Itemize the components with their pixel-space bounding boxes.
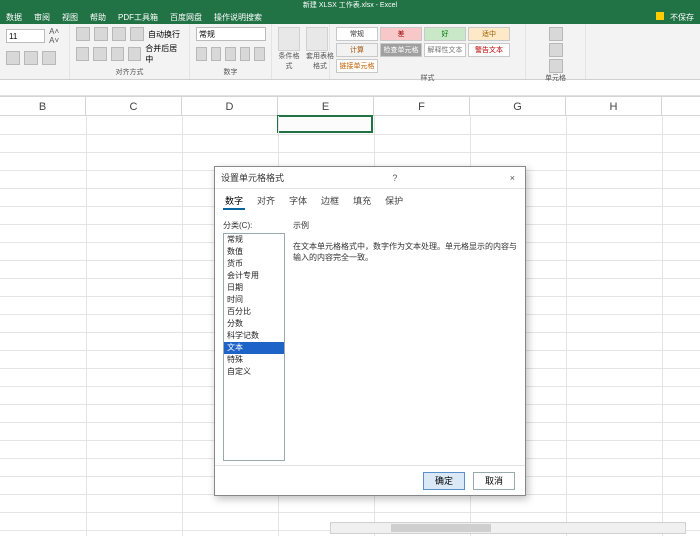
style-链接单元格[interactable]: 链接单元格 — [336, 59, 378, 73]
ribbon-tabs: 数据 审阅 视图 帮助 PDF工具箱 百度网盘 操作说明搜索 不保存 — [0, 10, 700, 24]
currency-icon[interactable] — [196, 47, 207, 61]
category-自定义[interactable]: 自定义 — [224, 366, 284, 378]
col-header-F[interactable]: F — [374, 97, 470, 115]
ok-button[interactable]: 确定 — [423, 472, 465, 490]
group-font — [6, 70, 63, 77]
dialog-title: 设置单元格格式 — [221, 171, 284, 184]
category-数值[interactable]: 数值 — [224, 246, 284, 258]
group-number: 数字 — [196, 67, 265, 77]
align-mid-icon[interactable] — [94, 27, 108, 41]
percent-icon[interactable] — [211, 47, 222, 61]
col-header-D[interactable]: D — [182, 97, 278, 115]
format-cell-icon[interactable] — [549, 59, 563, 73]
dialog-tab-3[interactable]: 边框 — [319, 193, 341, 210]
category-货币[interactable]: 货币 — [224, 258, 284, 270]
style-好[interactable]: 好 — [424, 27, 466, 41]
category-文本[interactable]: 文本 — [224, 342, 284, 354]
merge-button[interactable]: 合并后居中 — [145, 43, 183, 65]
orient-icon[interactable] — [130, 27, 144, 41]
scrollbar-thumb[interactable] — [391, 524, 491, 532]
column-headers: BCDEFGHI — [0, 96, 700, 116]
style-解释性文本[interactable]: 解释性文本 — [424, 43, 466, 57]
category-百分比[interactable]: 百分比 — [224, 306, 284, 318]
horizontal-scrollbar[interactable] — [330, 522, 686, 534]
menu-pdf[interactable]: PDF工具箱 — [118, 12, 158, 23]
group-cell: 单元格 — [532, 73, 579, 83]
col-header-I[interactable]: I — [662, 97, 700, 115]
group-style: 样式 — [336, 73, 519, 83]
numberformat-select[interactable]: 常规 — [196, 27, 266, 41]
preview-label: 示例 — [293, 220, 517, 231]
style-常规[interactable]: 常规 — [336, 27, 378, 41]
style-gallery[interactable]: 常规差好适中计算检查单元格解释性文本警告文本链接单元格 — [336, 27, 526, 73]
dec-dec-icon[interactable] — [254, 47, 265, 61]
style-差[interactable]: 差 — [380, 27, 422, 41]
dialog-tab-4[interactable]: 填充 — [351, 193, 373, 210]
inc-dec-icon[interactable] — [240, 47, 251, 61]
menu-review[interactable]: 审阅 — [34, 12, 50, 23]
style-检查单元格[interactable]: 检查单元格 — [380, 43, 422, 57]
menu-help[interactable]: 帮助 — [90, 12, 106, 23]
category-日期[interactable]: 日期 — [224, 282, 284, 294]
category-会计专用[interactable]: 会计专用 — [224, 270, 284, 282]
menu-data[interactable]: 数据 — [6, 12, 22, 23]
wrap-button[interactable]: 自动换行 — [148, 29, 180, 40]
align-center-icon[interactable] — [93, 47, 106, 61]
active-cell[interactable] — [277, 115, 373, 133]
ribbon: 11 A˄ A˅ 自动换行 合并后居中 对齐方式 常规 — [0, 24, 700, 80]
menu-tellme[interactable]: 操作说明搜索 — [214, 12, 262, 23]
col-header-G[interactable]: G — [470, 97, 566, 115]
warning-icon — [656, 12, 664, 20]
bold-icon[interactable] — [6, 51, 20, 65]
indent-icon[interactable] — [128, 47, 141, 61]
category-description: 在文本单元格格式中，数字作为文本处理。单元格显示的内容与输入的内容完全一致。 — [293, 241, 517, 263]
dialog-help-button[interactable]: ? — [388, 173, 401, 183]
app-title: 新建 XLSX 工作表.xlsx - Excel — [303, 0, 397, 10]
fill-color-icon[interactable] — [24, 51, 38, 65]
dialog-tabs: 数字对齐字体边框填充保护 — [215, 189, 525, 214]
align-right-icon[interactable] — [111, 47, 124, 61]
category-label: 分类(C): — [223, 220, 285, 231]
fontsize-select[interactable]: 11 — [6, 29, 45, 43]
category-时间[interactable]: 时间 — [224, 294, 284, 306]
col-header-E[interactable]: E — [278, 97, 374, 115]
col-header-H[interactable]: H — [566, 97, 662, 115]
dialog-tab-0[interactable]: 数字 — [223, 193, 245, 210]
unsaved-label: 不保存 — [670, 12, 694, 23]
table-format-icon[interactable] — [306, 27, 328, 51]
style-适中[interactable]: 适中 — [468, 27, 510, 41]
dialog-tab-2[interactable]: 字体 — [287, 193, 309, 210]
dialog-tab-1[interactable]: 对齐 — [255, 193, 277, 210]
col-header-B[interactable]: B — [0, 97, 86, 115]
menu-view[interactable]: 视图 — [62, 12, 78, 23]
cancel-button[interactable]: 取消 — [473, 472, 515, 490]
category-科学记数[interactable]: 科学记数 — [224, 330, 284, 342]
font-color-icon[interactable] — [42, 51, 56, 65]
insert-cell-icon[interactable] — [549, 27, 563, 41]
delete-cell-icon[interactable] — [549, 43, 563, 57]
comma-icon[interactable] — [225, 47, 236, 61]
group-align: 对齐方式 — [76, 67, 183, 77]
align-bot-icon[interactable] — [112, 27, 126, 41]
category-分数[interactable]: 分数 — [224, 318, 284, 330]
category-常规[interactable]: 常规 — [224, 234, 284, 246]
dialog-close-button[interactable]: × — [506, 173, 519, 183]
style-警告文本[interactable]: 警告文本 — [468, 43, 510, 57]
dialog-tab-5[interactable]: 保护 — [383, 193, 405, 210]
align-left-icon[interactable] — [76, 47, 89, 61]
col-header-C[interactable]: C — [86, 97, 182, 115]
cond-format-icon[interactable] — [278, 27, 300, 51]
menu-baidu[interactable]: 百度网盘 — [170, 12, 202, 23]
window-titlebar: 新建 XLSX 工作表.xlsx - Excel — [0, 0, 700, 10]
format-cells-dialog: 设置单元格格式 ? × 数字对齐字体边框填充保护 分类(C): 常规数值货币会计… — [214, 166, 526, 496]
style-计算[interactable]: 计算 — [336, 43, 378, 57]
align-top-icon[interactable] — [76, 27, 90, 41]
category-list[interactable]: 常规数值货币会计专用日期时间百分比分数科学记数文本特殊自定义 — [223, 233, 285, 461]
category-特殊[interactable]: 特殊 — [224, 354, 284, 366]
